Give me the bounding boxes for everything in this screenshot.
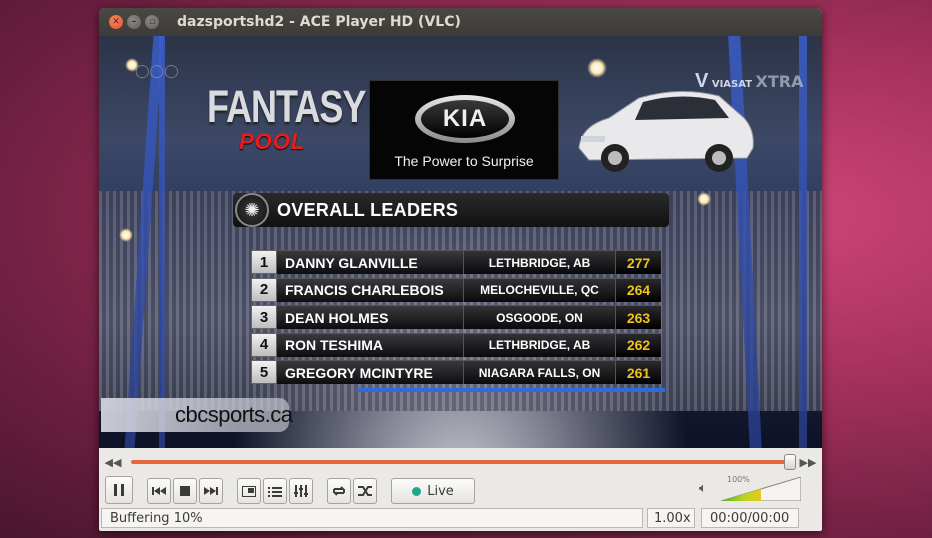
leader-name: DEAN HOLMES (277, 305, 463, 329)
next-button[interactable] (199, 478, 223, 504)
fullscreen-icon (242, 485, 256, 497)
status-bar: Buffering 10% 1.00x 00:00/00:00 (99, 506, 822, 531)
car-image (578, 91, 754, 172)
loop-icon (332, 486, 346, 496)
stop-icon (180, 486, 190, 496)
channel-logo: V VIASAT XTRA (695, 70, 803, 93)
leader-location: MELOCHEVILLE, QC (463, 277, 615, 302)
playlist-button[interactable] (263, 478, 287, 504)
cbcsports-url: cbcsports.ca (101, 398, 293, 432)
fantasy-pool-logo: FANTASY POOL (207, 81, 367, 166)
playback-speed[interactable]: 1.00x (647, 508, 695, 528)
pool-logo-text: POOL (239, 129, 306, 154)
leader-rank: 3 (251, 305, 277, 329)
close-window-button[interactable]: ✕ (109, 15, 123, 29)
stadium-light (119, 228, 133, 242)
live-label: Live (427, 483, 454, 499)
video-area[interactable]: ◯◯◯ FANTASY POOL KIA The Power to Surpri… (99, 36, 822, 448)
leader-rank: 5 (251, 360, 277, 384)
leader-name: DANNY GLANVILLE (277, 250, 463, 274)
board-underline (357, 388, 665, 392)
leader-row: 2 FRANCIS CHARLEBOIS MELOCHEVILLE, QC 26… (251, 277, 669, 302)
leader-location: OSGOODE, ON (463, 305, 615, 329)
leader-rank: 1 (251, 250, 277, 274)
previous-button[interactable] (147, 478, 171, 504)
volume-percent: 100% (727, 475, 750, 484)
maximize-window-button[interactable]: ▫ (145, 15, 159, 29)
extended-settings-button[interactable] (289, 478, 313, 504)
kia-tagline: The Power to Surprise (394, 153, 534, 169)
leader-score: 263 (615, 305, 661, 329)
live-button[interactable]: Live (391, 478, 475, 504)
leader-row: 3 DEAN HOLMES OSGOODE, ON 263 (251, 305, 669, 329)
seek-handle[interactable] (784, 454, 796, 470)
kia-logo-text: KIA (421, 100, 509, 138)
shuffle-button[interactable] (353, 478, 377, 504)
kia-logo: KIA (415, 95, 515, 143)
leader-location: NIAGARA FALLS, ON (463, 360, 615, 384)
seek-forward-icon[interactable]: ▶▶ (794, 456, 822, 469)
leader-location: LETHBRIDGE, AB (463, 250, 615, 274)
status-message: Buffering 10% (101, 508, 643, 528)
channel-sub: XTRA (755, 72, 804, 91)
olympic-rings-icon: ◯◯◯ (135, 64, 179, 79)
stadium-light (697, 192, 711, 206)
leaders-table: 1 DANNY GLANVILLE LETHBRIDGE, AB 277 2 F… (251, 250, 669, 388)
leader-row: 4 RON TESHIMA LETHBRIDGE, AB 262 (251, 332, 669, 357)
previous-icon (152, 487, 166, 495)
shuffle-icon (358, 486, 372, 496)
minimize-window-button[interactable]: – (127, 15, 141, 29)
leader-name: GREGORY MCINTYRE (277, 360, 463, 384)
stage-beam (799, 36, 807, 448)
equalizer-icon (294, 485, 308, 497)
leader-location: LETHBRIDGE, AB (463, 332, 615, 357)
leaders-header: ✺ OVERALL LEADERS (233, 193, 669, 227)
loop-button[interactable] (327, 478, 351, 504)
leader-rank: 2 (251, 277, 277, 302)
fullscreen-button[interactable] (237, 478, 261, 504)
seek-slider[interactable] (131, 454, 796, 470)
leader-score: 277 (615, 250, 661, 274)
stop-button[interactable] (173, 478, 197, 504)
controls-row: Live 🔈︎ 100% (99, 473, 822, 505)
leader-name: FRANCIS CHARLEBOIS (277, 277, 463, 302)
seek-back-icon[interactable]: ◀◀ (99, 456, 127, 469)
leader-score: 261 (615, 360, 661, 384)
kia-ad: KIA The Power to Surprise (369, 80, 559, 180)
leader-name: RON TESHIMA (277, 332, 463, 357)
leader-row: 5 GREGORY MCINTYRE NIAGARA FALLS, ON 261 (251, 360, 669, 384)
channel-name: VIASAT (711, 79, 753, 90)
next-icon (204, 487, 218, 495)
window-title: dazsportshd2 - ACE Player HD (VLC) (177, 14, 461, 30)
leader-score: 262 (615, 332, 661, 357)
viasat-v-icon: V (695, 70, 709, 92)
stage-beam (159, 36, 165, 448)
leader-score: 264 (615, 277, 661, 302)
fantasy-logo-text: FANTASY (207, 80, 366, 132)
speaker-icon[interactable]: 🔈︎ (699, 481, 707, 496)
elapsed-time[interactable]: 00:00/00:00 (701, 508, 799, 528)
pause-button[interactable] (105, 476, 133, 504)
title-bar: ✕ – ▫ dazsportshd2 - ACE Player HD (VLC) (99, 8, 822, 36)
leaders-title: OVERALL LEADERS (277, 199, 459, 220)
leader-rank: 4 (251, 332, 277, 357)
cbc-gem-icon: ✺ (235, 193, 269, 227)
leader-row: 1 DANNY GLANVILLE LETHBRIDGE, AB 277 (251, 250, 669, 274)
seek-bar-row: ◀◀ ▶▶ (99, 448, 822, 476)
pause-icon (114, 484, 124, 496)
stadium-light (587, 58, 607, 78)
playlist-icon (268, 486, 282, 497)
vlc-window: ✕ – ▫ dazsportshd2 - ACE Player HD (VLC)… (99, 8, 822, 531)
live-indicator-icon (412, 486, 422, 496)
